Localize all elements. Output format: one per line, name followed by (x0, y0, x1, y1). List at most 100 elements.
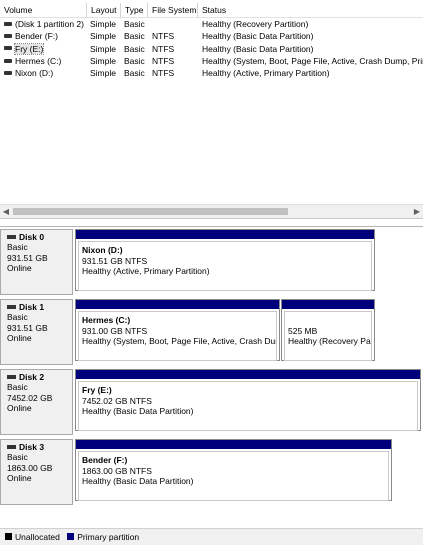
disk-graphical-view: Disk 0 Basic 931.51 GB Online Nixon (D:)… (0, 226, 423, 529)
disk-size: 7452.02 GB (7, 392, 53, 403)
primary-partition-bar (76, 300, 279, 309)
volume-file-system: NTFS (152, 31, 175, 42)
volume-row[interactable]: (Disk 1 partition 2) Simple Basic Health… (0, 18, 423, 30)
partition-status: Healthy (Recovery Par (288, 336, 372, 346)
disk-icon (7, 304, 16, 309)
partition-status: Healthy (System, Boot, Page File, Active… (82, 336, 277, 346)
volume-status: Healthy (Basic Data Partition) (202, 43, 314, 54)
partition-size: 7452.02 GB NTFS (82, 395, 152, 406)
disk-type: Basic (7, 242, 28, 253)
partition-name: Nixon (D:) (82, 245, 123, 255)
primary-partition-bar (76, 440, 391, 449)
partition-size: 525 MB (288, 325, 318, 336)
disk-type: Basic (7, 312, 28, 323)
column-header-status[interactable]: Status (198, 3, 423, 17)
primary-partition-bar (282, 300, 374, 309)
unallocated-swatch (5, 533, 12, 541)
volume-status: Healthy (System, Boot, Page File, Active… (202, 55, 423, 66)
disk-state: Online (7, 263, 32, 274)
disk-info[interactable]: Disk 0 Basic 931.51 GB Online (0, 229, 73, 295)
volume-status: Healthy (Basic Data Partition) (202, 31, 314, 42)
disk-row-3: Disk 3 Basic 1863.00 GB Online Bender (F… (0, 439, 423, 505)
partition-name: Fry (E:) (82, 385, 112, 395)
volume-type: Basic (124, 31, 145, 42)
disk-row-2: Disk 2 Basic 7452.02 GB Online Fry (E:) … (0, 369, 423, 435)
volume-row[interactable]: Nixon (D:) Simple Basic NTFS Healthy (Ac… (0, 67, 423, 79)
partition[interactable]: 525 MB Healthy (Recovery Par (281, 299, 375, 361)
disk-icon (7, 374, 16, 379)
partition[interactable]: Hermes (C:) 931.00 GB NTFS Healthy (Syst… (75, 299, 280, 361)
volume-layout: Simple (90, 19, 116, 29)
disk-info[interactable]: Disk 2 Basic 7452.02 GB Online (0, 369, 73, 435)
disk-info[interactable]: Disk 1 Basic 931.51 GB Online (0, 299, 73, 365)
disk-size: 931.51 GB (7, 252, 48, 263)
disk-state: Online (7, 403, 32, 414)
volume-type: Basic (124, 43, 145, 54)
partition-size: 931.51 GB NTFS (82, 255, 148, 266)
disk-name: Disk 1 (19, 302, 45, 312)
volume-layout: Simple (90, 68, 116, 79)
volume-type: Basic (124, 55, 145, 66)
column-header-volume[interactable]: Volume (0, 3, 87, 17)
disk-state: Online (7, 333, 32, 344)
partition-size: 1863.00 GB NTFS (82, 465, 152, 476)
volume-file-system: NTFS (152, 43, 175, 54)
volume-type: Basic (124, 19, 145, 29)
disk-icon (7, 444, 16, 449)
partition-name: Hermes (C:) (82, 315, 131, 325)
disk-size: 1863.00 GB (7, 462, 53, 473)
partition-name: Bender (F:) (82, 455, 128, 465)
volume-file-system: NTFS (152, 68, 175, 79)
column-header-file-system[interactable]: File System (148, 3, 198, 17)
disk-name: Disk 3 (19, 442, 45, 452)
volume-list-header: Volume Layout Type File System Status (0, 3, 423, 18)
partition[interactable]: Nixon (D:) 931.51 GB NTFS Healthy (Activ… (75, 229, 375, 291)
partition[interactable]: Bender (F:) 1863.00 GB NTFS Healthy (Bas… (75, 439, 392, 501)
disk-type: Basic (7, 382, 28, 393)
horizontal-scrollbar[interactable]: ◀ ▶ (0, 204, 423, 218)
partition[interactable]: Fry (E:) 7452.02 GB NTFS Healthy (Basic … (75, 369, 421, 431)
disk-icon (4, 21, 12, 26)
volume-status: Healthy (Recovery Partition) (202, 19, 309, 29)
disk-icon (4, 70, 12, 75)
disk-state: Online (7, 473, 32, 484)
volume-file-system: NTFS (152, 55, 175, 66)
legend-primary-partition: Primary partition (77, 532, 140, 542)
legend-unallocated: Unallocated (15, 532, 60, 542)
volume-name: Fry (E:) (13, 42, 45, 55)
scrollbar-thumb[interactable] (13, 208, 288, 215)
column-header-type[interactable]: Type (121, 3, 148, 17)
disk-name: Disk 0 (19, 232, 45, 242)
volume-row[interactable]: Bender (F:) Simple Basic NTFS Healthy (B… (0, 30, 423, 42)
volume-row[interactable]: Fry (E:) Simple Basic NTFS Healthy (Basi… (0, 42, 423, 55)
primary-partition-bar (76, 370, 420, 379)
disk-icon (7, 234, 16, 239)
volume-name: Nixon (D:) (15, 68, 54, 79)
partition-status: Healthy (Active, Primary Partition) (82, 266, 210, 276)
partition-name (288, 315, 368, 326)
legend: Unallocated Primary partition (0, 528, 423, 545)
primary-partition-swatch (67, 533, 75, 541)
disk-icon (4, 58, 12, 63)
disk-size: 931.51 GB (7, 322, 48, 333)
partition-status: Healthy (Basic Data Partition) (82, 406, 194, 416)
volume-name: Bender (F:) (15, 31, 58, 42)
primary-partition-bar (76, 230, 374, 239)
volume-status: Healthy (Active, Primary Partition) (202, 68, 330, 79)
volume-row[interactable]: Hermes (C:) Simple Basic NTFS Healthy (S… (0, 55, 423, 67)
scroll-left-arrow-icon[interactable]: ◀ (0, 205, 12, 218)
disk-type: Basic (7, 452, 28, 463)
disk-icon (4, 46, 12, 51)
column-header-layout[interactable]: Layout (87, 3, 121, 17)
disk-row-1: Disk 1 Basic 931.51 GB Online Hermes (C:… (0, 299, 423, 365)
volume-rows: (Disk 1 partition 2) Simple Basic Health… (0, 18, 423, 79)
disk-icon (4, 34, 12, 39)
volume-layout: Simple (90, 31, 116, 42)
disk-row-0: Disk 0 Basic 931.51 GB Online Nixon (D:)… (0, 229, 423, 295)
volume-type: Basic (124, 68, 145, 79)
partition-size: 931.00 GB NTFS (82, 325, 148, 336)
disk-info[interactable]: Disk 3 Basic 1863.00 GB Online (0, 439, 73, 505)
volume-name: Hermes (C:) (15, 55, 62, 66)
scroll-right-arrow-icon[interactable]: ▶ (411, 205, 423, 218)
volume-list: Volume Layout Type File System Status (D… (0, 0, 423, 219)
